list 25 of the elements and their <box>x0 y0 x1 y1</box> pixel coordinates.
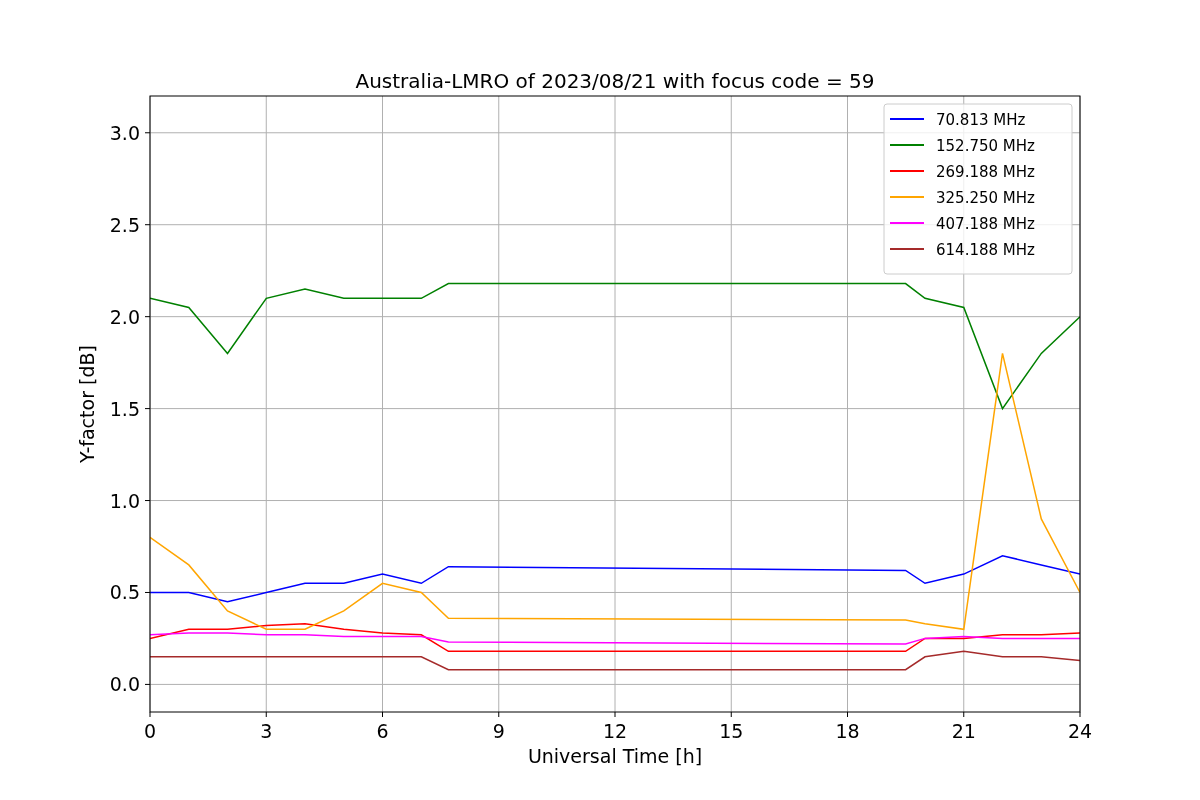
tick-label: 24 <box>1067 720 1093 742</box>
tick-label: 0 <box>143 720 157 742</box>
tick-label: 21 <box>951 720 976 742</box>
legend-label: 407.188 MHz <box>936 215 1035 233</box>
tick-label: 0.0 <box>109 673 140 696</box>
chart-title: Australia-LMRO of 2023/08/21 with focus code = 59 <box>355 69 875 93</box>
tick-label: 0.5 <box>109 581 140 604</box>
legend-label: 152.750 MHz <box>936 137 1035 155</box>
tick-label: 18 <box>835 720 860 742</box>
tick-label: 3.0 <box>109 121 140 144</box>
tick-label: 1.5 <box>109 397 140 420</box>
legend-label: 614.188 MHz <box>936 241 1035 259</box>
x-axis-label: Universal Time [h] <box>527 745 703 767</box>
y-axis-label: Y-factor [dB] <box>76 345 98 463</box>
legend-label: 325.250 MHz <box>936 189 1035 207</box>
tick-label: 2.0 <box>109 305 140 328</box>
tick-label: 2.5 <box>109 213 140 236</box>
tick-label: 12 <box>602 720 628 742</box>
tick-label: 6 <box>376 720 389 742</box>
tick-label: 3 <box>260 720 273 742</box>
tick-label: 1.0 <box>109 489 140 512</box>
tick-label: 15 <box>719 720 744 742</box>
legend-label: 70.813 MHz <box>936 111 1026 129</box>
legend-label: 269.188 MHz <box>936 163 1035 181</box>
tick-label: 9 <box>492 720 505 742</box>
